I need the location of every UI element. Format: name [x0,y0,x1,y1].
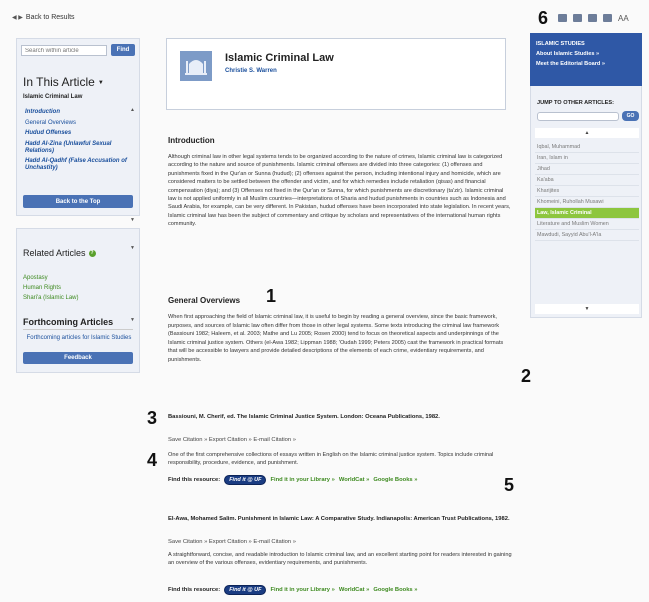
search-within-article-input[interactable] [21,45,107,56]
chevron-down-icon[interactable]: ▼ [130,317,135,323]
article-author-link[interactable]: Christie S. Warren [225,68,277,74]
back-to-results-link[interactable]: ◀ ▶ Back to Results [12,14,75,21]
text-size-icon[interactable]: AA [618,14,629,23]
article-header: Islamic Criminal Law Christie S. Warren [166,38,506,110]
find-it-uf-button[interactable]: Find it @ UF [224,475,267,485]
share-icon[interactable] [603,14,612,22]
related-item-human-rights[interactable]: Human Rights [23,283,79,293]
back-to-top-button[interactable]: Back to the Top [23,195,133,208]
worldcat-link[interactable]: WorldCat » [339,587,370,593]
save-icon[interactable] [588,14,597,22]
forthcoming-articles-heading: Forthcoming Articles [23,317,114,327]
citation-description: A straightforward, concise, and readable… [168,552,512,567]
citation-title[interactable]: Bassiouni, M. Cherif, ed. The Islamic Cr… [168,413,513,421]
google-books-link[interactable]: Google Books » [373,477,417,483]
toc-item-hadd-al-zina[interactable]: Hadd Al-Zina (Unlawful Sexual Relations) [25,141,131,155]
worldcat-link[interactable]: WorldCat » [339,477,370,483]
google-books-link[interactable]: Google Books » [373,587,417,593]
find-resource-label: Find this resource: [168,587,221,593]
related-item-apostasy[interactable]: Apostasy [23,273,79,283]
toc-item-introduction[interactable]: Introduction [25,109,131,116]
general-overviews-text: When first approaching the field of Isla… [168,314,504,363]
related-articles-heading: Related Articles ? [23,248,96,258]
find-in-library-link[interactable]: Find it in your Library » [270,587,334,593]
scroll-down-icon[interactable]: ▼ [130,217,135,223]
in-this-article-heading[interactable]: In This Article ▼ [23,75,104,89]
callout-number: 1 [266,286,277,306]
citation-title[interactable]: El-Awa, Mohamed Salim. Punishment in Isl… [168,515,513,523]
list-item[interactable]: Khomeini, Ruhollah Musawi [535,197,639,208]
related-articles-list: Apostasy Human Rights Shari'a (Islamic L… [23,273,79,303]
article-list: Iqbal, Muhammad Iran, Islam in Jihad Ka'… [535,142,639,241]
related-item-sharia[interactable]: Shari'a (Islamic Law) [23,293,79,303]
list-item[interactable]: Literature and Muslim Women [535,219,639,230]
jump-to-articles-panel: JUMP TO OTHER ARTICLES: GO ▲ Iqbal, Muha… [530,86,642,318]
introduction-text: Although criminal law in other legal sys… [168,154,511,228]
back-to-results-label: Back to Results [25,14,75,21]
page-toolbar: AA [558,14,629,23]
subject-title: ISLAMIC STUDIES [536,41,585,47]
print-icon[interactable] [558,14,567,22]
forthcoming-articles-link[interactable]: Forthcoming articles for Islamic Studies [17,335,141,341]
subject-panel: ISLAMIC STUDIES About Islamic Studies » … [530,33,642,86]
callout-number: 4 [147,450,158,470]
toc-item-hudud-offenses[interactable]: Hudud Offenses [25,130,131,137]
about-subject-link[interactable]: About Islamic Studies » [536,51,599,57]
introduction-heading: Introduction [168,136,215,145]
citation-actions[interactable]: Save Citation » Export Citation » E-mail… [168,437,513,443]
chevron-down-icon: ▼ [97,79,104,86]
find-button[interactable]: Find [111,44,135,56]
feedback-button[interactable]: Feedback [23,352,133,364]
list-item[interactable]: Iqbal, Muhammad [535,142,639,153]
related-articles-label: Related Articles [23,248,86,258]
find-resource-label: Find this resource: [168,477,221,483]
callout-number: 3 [147,408,158,428]
scroll-up-icon[interactable]: ▲ [130,107,136,113]
callout-number: 2 [521,366,532,386]
find-resource-row: Find this resource: Find it @ UF Find it… [168,475,513,485]
help-icon[interactable]: ? [88,249,96,257]
email-icon[interactable] [573,14,582,22]
article-title: Islamic Criminal Law [225,52,334,64]
toc-item-hadd-al-qadhf[interactable]: Hadd Al-Qadhf (False Accusation of Uncha… [25,158,131,172]
related-articles-panel: ▼ Related Articles ? Apostasy Human Righ… [16,228,140,373]
toc-item-general-overviews[interactable]: General Overviews [25,120,131,127]
in-this-article-label: In This Article [23,75,95,89]
callout-number: 5 [504,475,515,495]
article-name: Islamic Criminal Law [23,94,83,100]
citation-actions[interactable]: Save Citation » Export Citation » E-mail… [168,539,513,545]
find-it-uf-button[interactable]: Find it @ UF [224,585,267,595]
general-overviews-heading: General Overviews [168,296,241,305]
go-button[interactable]: GO [622,111,639,121]
find-in-library-link[interactable]: Find it in your Library » [270,477,334,483]
list-item[interactable]: Iran, Islam in [535,153,639,164]
editorial-board-link[interactable]: Meet the Editorial Board » [536,61,605,67]
list-item[interactable]: Jihad [535,164,639,175]
back-arrow-icon: ◀ ▶ [12,15,23,21]
in-this-article-panel: Find In This Article▼ Islamic Criminal L… [16,38,140,223]
list-item[interactable]: Ka'aba [535,175,639,186]
table-of-contents: Introduction General Overviews Hudud Off… [25,109,131,176]
list-scroll-down-icon[interactable]: ▼ [535,304,639,314]
list-item[interactable]: Mawdudi, Sayyid Abu'l-A'la [535,230,639,241]
citation-description: One of the first comprehensive collectio… [168,452,494,467]
divider [23,329,133,330]
jump-label: JUMP TO OTHER ARTICLES: [537,100,614,106]
find-resource-row: Find this resource: Find it @ UF Find it… [168,585,513,595]
callout-number: 6 [538,8,549,28]
list-scroll-up-icon[interactable]: ▲ [535,128,639,138]
jump-to-article-input[interactable] [537,112,619,121]
list-item-selected[interactable]: Law, Islamic Criminal [535,208,639,219]
mosque-icon [180,51,212,81]
list-item[interactable]: Kharijites [535,186,639,197]
chevron-down-icon[interactable]: ▼ [130,245,135,251]
